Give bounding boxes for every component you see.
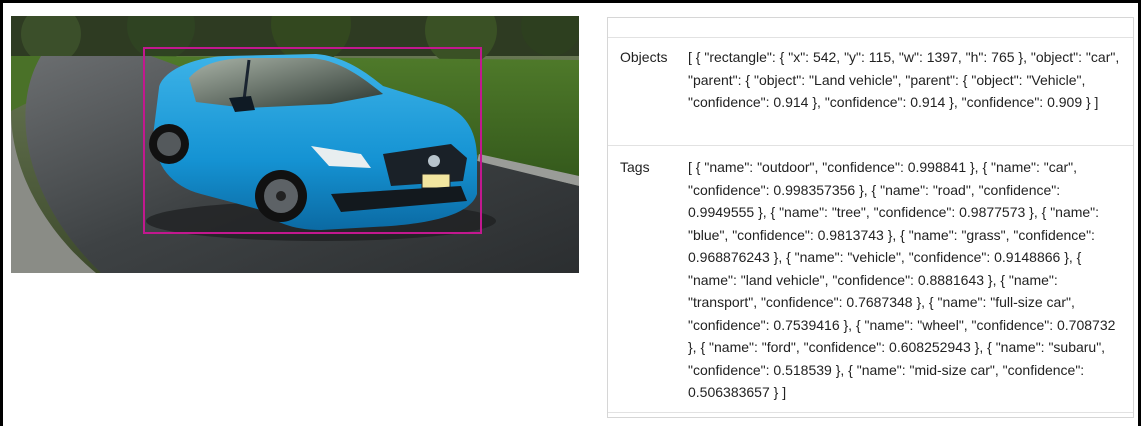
objects-value: [ { "rectangle": { "x": 542, "y": 115, "… [688,49,1120,110]
objects-row: Objects [ { "rectangle": { "x": 542, "y"… [608,38,1133,146]
analysis-results-panel: Objects [ { "rectangle": { "x": 542, "y"… [607,17,1134,418]
object-bounding-box [143,47,482,234]
tags-value: [ { "name": "outdoor", "confidence": 0.9… [688,159,1116,400]
tags-row: Tags [ { "name": "outdoor", "confidence"… [608,146,1133,413]
tags-label: Tags [620,159,650,175]
objects-label: Objects [620,49,668,65]
panel-header-spacer [608,18,1133,38]
analyzed-image [11,16,579,273]
